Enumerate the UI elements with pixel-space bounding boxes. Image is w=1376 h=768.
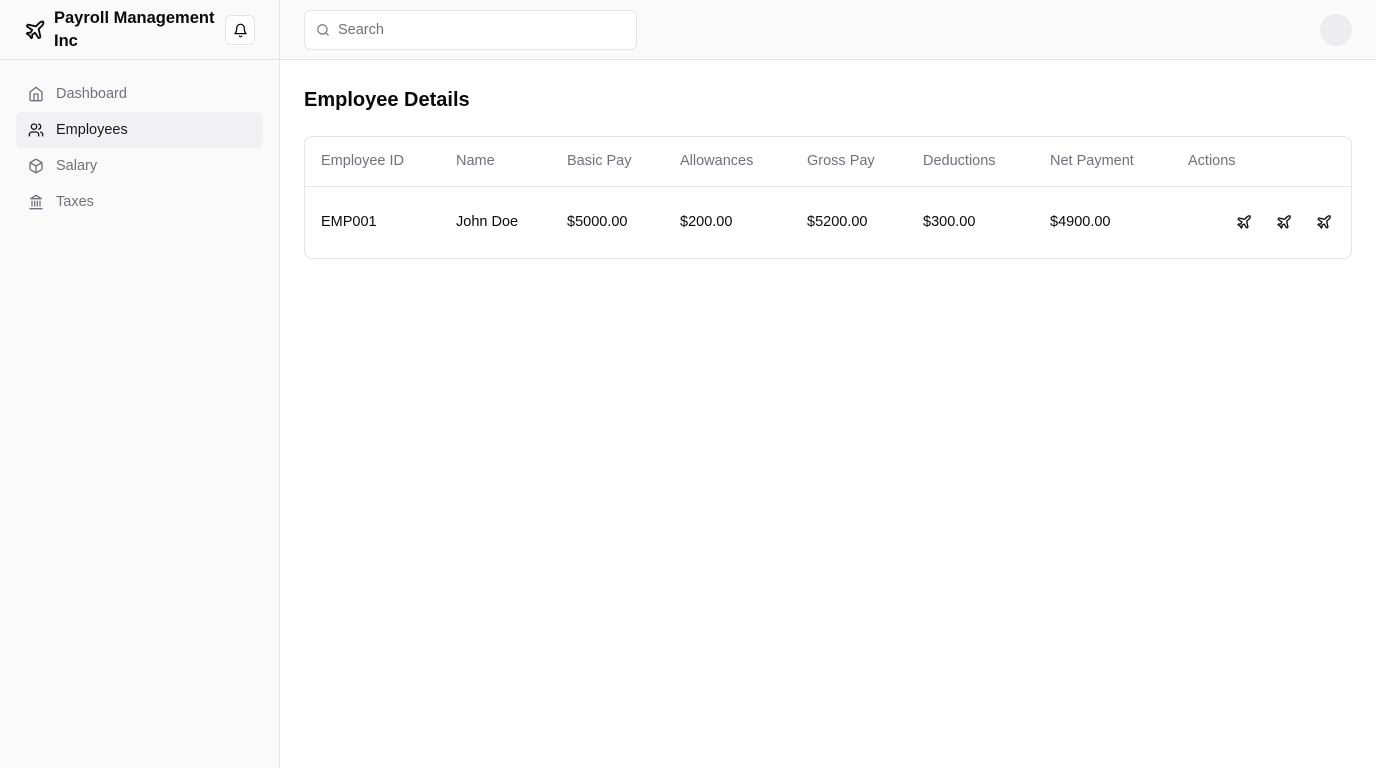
plane-icon — [24, 19, 46, 41]
cell-actions — [1188, 186, 1351, 258]
column-header: Gross Pay — [807, 137, 923, 187]
row-action-1-button[interactable] — [1235, 213, 1253, 231]
top-bar — [280, 0, 1376, 60]
plane-icon — [1276, 214, 1292, 230]
search-box[interactable] — [304, 10, 637, 50]
column-header: Basic Pay — [567, 137, 680, 187]
table-row: EMP001 John Doe $5000.00 $200.00 $5200.0… — [305, 186, 1351, 258]
avatar[interactable] — [1320, 14, 1352, 46]
search-icon — [316, 23, 330, 37]
sidebar: Payroll Management Inc Dashboard Employe… — [0, 0, 280, 768]
table-header-row: Employee ID Name Basic Pay Allowances Gr… — [305, 137, 1351, 187]
page-title: Employee Details — [304, 89, 470, 111]
sidebar-item-dashboard[interactable]: Dashboard — [16, 76, 263, 112]
bell-icon — [233, 23, 248, 38]
column-header: Deductions — [923, 137, 1050, 187]
plane-icon — [1316, 214, 1332, 230]
notifications-button[interactable] — [225, 15, 255, 45]
sidebar-item-label: Dashboard — [56, 86, 127, 102]
row-action-3-button[interactable] — [1315, 213, 1333, 231]
row-action-2-button[interactable] — [1275, 213, 1293, 231]
cell-deductions: $300.00 — [923, 214, 976, 231]
sidebar-item-employees[interactable]: Employees — [16, 112, 263, 148]
column-header: Actions — [1188, 137, 1351, 187]
employee-table-card: Employee ID Name Basic Pay Allowances Gr… — [304, 136, 1352, 259]
sidebar-item-label: Taxes — [56, 194, 94, 210]
sidebar-nav: Dashboard Employees Salary Taxes — [0, 60, 279, 220]
brand-header: Payroll Management Inc — [0, 0, 279, 60]
plane-icon — [1236, 214, 1252, 230]
sidebar-item-label: Salary — [56, 158, 98, 174]
cell-allowances: $200.00 — [680, 214, 733, 231]
cell-employee-id: EMP001 — [321, 214, 377, 231]
cell-basic-pay: $5000.00 — [567, 214, 628, 231]
column-header: Employee ID — [305, 137, 456, 187]
users-icon — [28, 122, 44, 138]
column-header: Name — [456, 137, 567, 187]
cell-net-payment: $4900.00 — [1050, 214, 1111, 231]
search-input[interactable] — [338, 22, 628, 38]
column-header: Net Payment — [1050, 137, 1188, 187]
brand-name: Payroll Management Inc — [54, 8, 215, 50]
column-header: Allowances — [680, 137, 807, 187]
main-content: Employee Details Employee ID Name Basic … — [304, 60, 1352, 259]
cell-name: John Doe — [456, 214, 519, 231]
sidebar-item-label: Employees — [56, 122, 128, 138]
package-icon — [28, 158, 44, 174]
sidebar-item-taxes[interactable]: Taxes — [16, 184, 263, 220]
landmark-icon — [28, 194, 44, 210]
cell-gross-pay: $5200.00 — [807, 214, 868, 231]
home-icon — [28, 86, 44, 102]
sidebar-item-salary[interactable]: Salary — [16, 148, 263, 184]
employee-table: Employee ID Name Basic Pay Allowances Gr… — [305, 137, 1351, 258]
